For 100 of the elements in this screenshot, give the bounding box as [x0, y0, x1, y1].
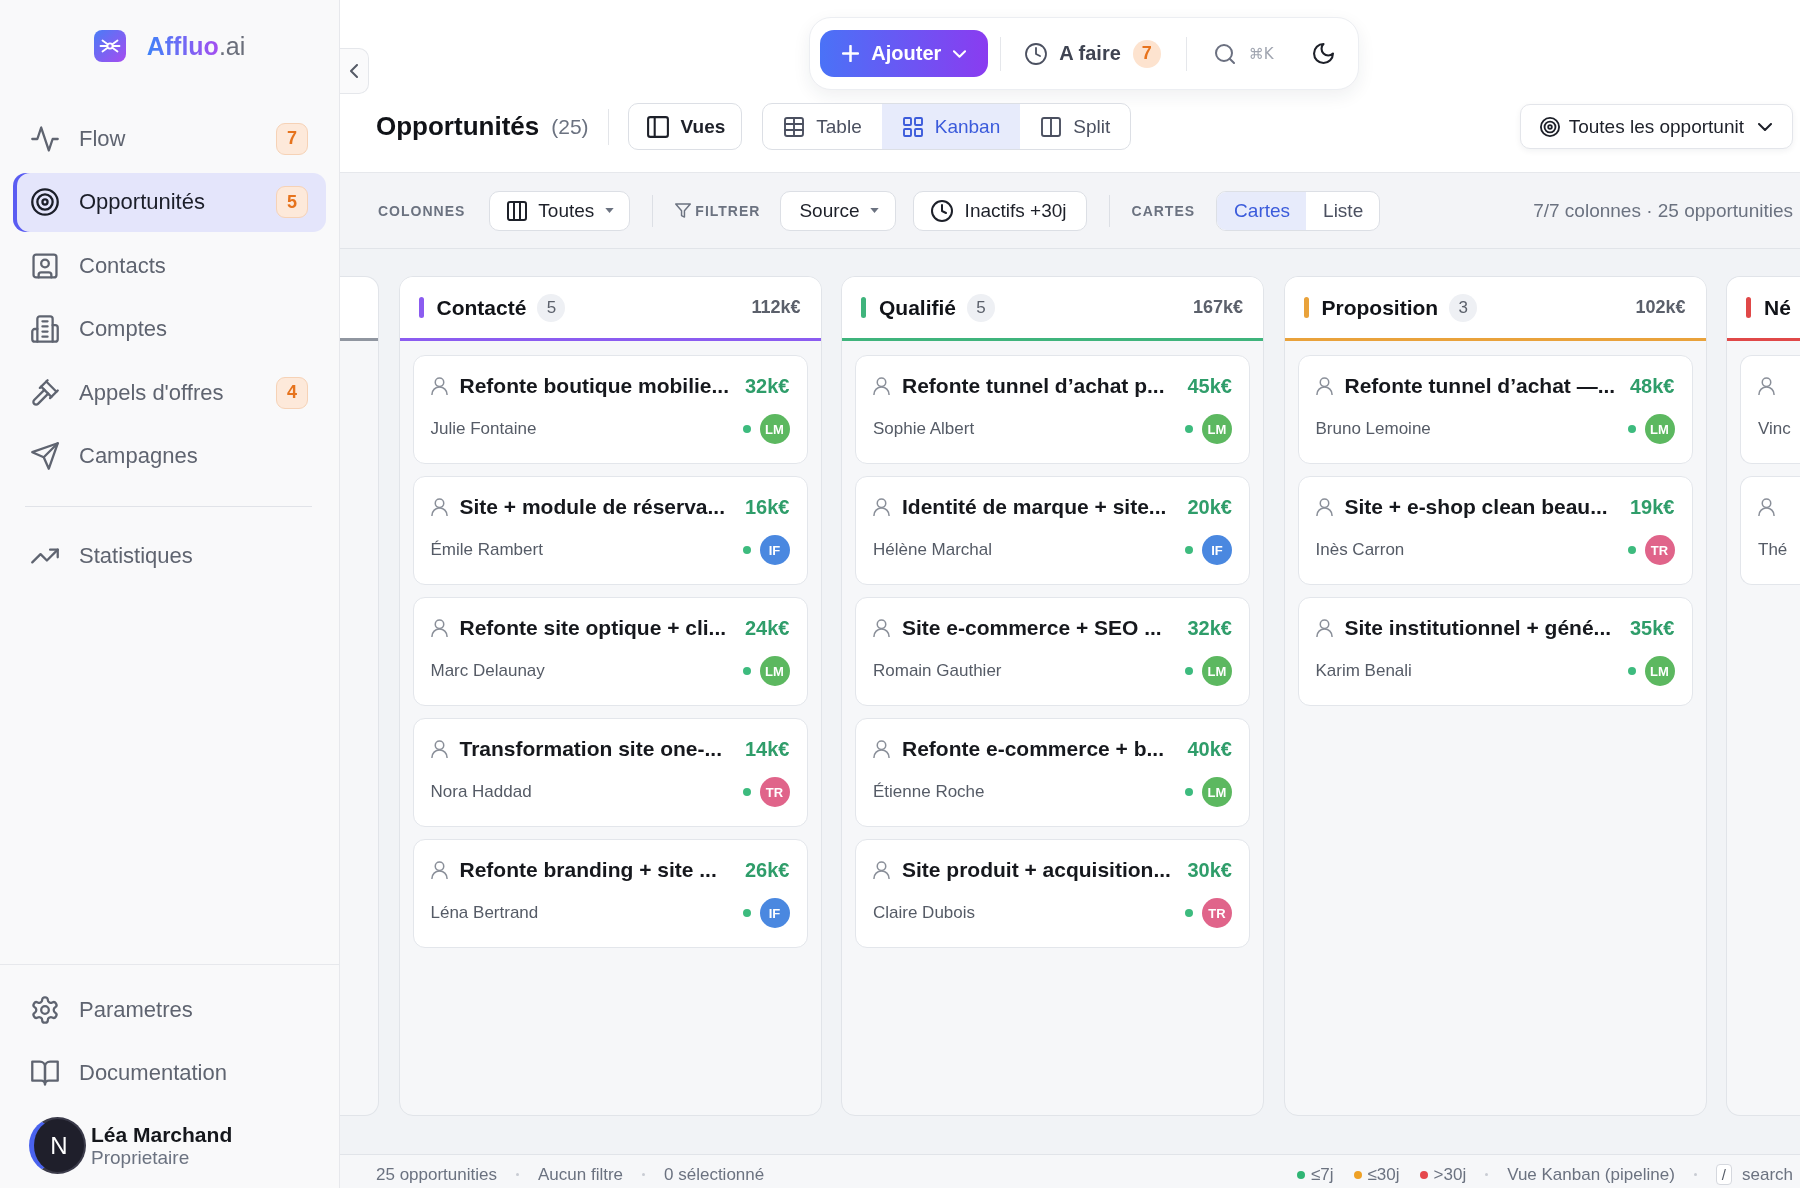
shortcut-key: / — [1715, 1164, 1732, 1185]
person-icon — [1758, 377, 1775, 395]
deal-amount: 14k€ — [744, 737, 790, 761]
owner-avatar: LM — [759, 414, 790, 444]
deal-amount: 48k€ — [1629, 374, 1675, 398]
nav-item[interactable]: Campagnes — [13, 426, 326, 486]
deal-amount: 16k€ — [744, 495, 790, 519]
card-mode-tab[interactable]: Liste — [1306, 191, 1380, 230]
card-mode-tab[interactable]: Cartes — [1217, 191, 1307, 230]
contact-name: Karim Benali — [1315, 661, 1412, 681]
contact-name: Étienne Roche — [873, 782, 985, 802]
contact-name: Léna Bertrand — [430, 903, 539, 923]
deal-card[interactable]: Site + module de réserva... 16k€ Émile Rambert IF — [412, 476, 808, 585]
owner-avatar: TR — [1644, 535, 1675, 565]
owner-avatar: LM — [1202, 414, 1232, 444]
person-icon — [430, 619, 448, 637]
view-tab[interactable]: Split — [1020, 104, 1131, 149]
deal-amount: 40k€ — [1186, 737, 1232, 761]
owner-avatar: LM — [1644, 414, 1675, 444]
caret-icon — [605, 208, 615, 213]
view-mode-text: Vue Kanban (pipeline) — [1507, 1164, 1675, 1185]
owner-avatar: TR — [1202, 898, 1232, 928]
owner-avatar: LM — [1202, 777, 1232, 807]
deal-card[interactable]: Refonte boutique mobilie... 32k€ Julie Fontaine LM — [412, 355, 808, 464]
nav-item[interactable]: Documentation — [13, 1043, 326, 1102]
deal-title: Refonte e-commerce + b... — [902, 737, 1164, 761]
deal-card[interactable]: Refonte e-commerce + b... 40k€ Étienne Roche LM — [855, 718, 1250, 827]
person-icon — [873, 619, 890, 637]
count-badge: 4 — [276, 376, 308, 409]
todo-button[interactable]: A faire 7 — [1025, 39, 1161, 68]
collapse-button[interactable] — [340, 48, 369, 94]
column-total: 112k€ — [751, 297, 801, 318]
owner-avatar: IF — [759, 898, 790, 928]
deal-title: Refonte tunnel d’achat —... — [1344, 374, 1616, 398]
person-icon — [430, 740, 448, 758]
deal-card[interactable]: Refonte tunnel d’achat p... 45k€ Sophie Albert LM — [855, 355, 1250, 464]
deal-card[interactable]: Site produit + acquisition... 30k€ Claire Dubois TR — [855, 839, 1250, 948]
view-tab[interactable]: Table — [763, 104, 882, 149]
deal-card[interactable]: Refonte branding + site ... 26k€ Léna Bertrand IF — [412, 839, 808, 948]
filter-icon — [675, 203, 692, 218]
dev-tools-button[interactable]: N — [29, 1117, 86, 1174]
contact-name: Inès Carron — [1315, 540, 1405, 560]
deal-card[interactable]: Refonte site optique + cli... 24k€ Marc Delaunay LM — [412, 597, 808, 706]
person-icon — [1758, 498, 1775, 516]
person-icon — [430, 377, 448, 395]
deal-card[interactable]: Site + e-shop clean beau... 19k€ Inès Carron TR — [1297, 476, 1693, 585]
count-badge: 7 — [276, 122, 308, 155]
count-badge: 7 — [1132, 39, 1161, 68]
deal-card[interactable]: Refonte tunnel d’achat —... 48k€ Bruno Lemoine LM — [1297, 355, 1693, 464]
deal-card[interactable]: Identité de marque + site... 20k€ Hélène Marchal IF — [855, 476, 1250, 585]
owner-avatar: LM — [1644, 656, 1675, 686]
source-dropdown[interactable]: Source — [780, 190, 896, 231]
deal-amount: 19k€ — [1629, 495, 1675, 519]
nav-item[interactable]: Statistiques — [13, 526, 326, 586]
nav-item[interactable]: Contacts — [13, 236, 326, 295]
add-button[interactable]: Ajouter — [820, 30, 989, 77]
clock-icon — [1025, 42, 1048, 65]
view-tab[interactable]: Kanban — [881, 104, 1021, 149]
legend-label: ≤30j — [1367, 1164, 1400, 1185]
nav-item[interactable]: Parametres — [13, 980, 326, 1039]
deal-amount: 45k€ — [1186, 374, 1232, 398]
nav-item[interactable]: Flow 7 — [13, 109, 326, 168]
owner-avatar: LM — [759, 656, 790, 686]
nav-item[interactable]: Opportunités 5 — [13, 172, 326, 232]
columns-icon — [507, 200, 528, 221]
moon-icon[interactable] — [1312, 43, 1334, 64]
column-title: Né — [1764, 295, 1791, 320]
deal-title: Refonte site optique + cli... — [459, 616, 727, 640]
building-icon — [31, 315, 59, 343]
deal-title: Site + module de réserva... — [459, 495, 726, 519]
column-total: 167k€ — [1192, 297, 1243, 318]
item-count: (25) — [551, 114, 589, 139]
deal-amount: 30k€ — [1186, 858, 1232, 882]
deal-card[interactable]: Site institutionnel + géné... 35k€ Karim Benali LM — [1297, 597, 1693, 706]
deal-title: Transformation site one-... — [459, 737, 723, 761]
columns-dropdown[interactable]: Toutes — [489, 190, 631, 231]
deal-card[interactable]: Thé — [1740, 476, 1800, 585]
person-icon — [873, 498, 890, 516]
views-button[interactable]: Vues — [627, 103, 743, 150]
paper-plane-icon — [31, 442, 59, 470]
deal-title: Site + e-shop clean beau... — [1344, 495, 1608, 519]
column-title: Qualifié — [879, 295, 957, 320]
column-total: 102k€ — [1635, 297, 1686, 318]
nav-item[interactable]: Comptes — [13, 299, 326, 359]
chevron-down-icon — [953, 49, 967, 58]
nav-item[interactable]: Appels d'offres 4 — [13, 363, 326, 422]
deal-amount: 24k€ — [744, 616, 790, 640]
status-text: Aucun filtre — [538, 1164, 624, 1185]
deal-card[interactable]: Transformation site one-... 14k€ Nora Haddad TR — [412, 718, 808, 827]
deal-title: Identité de marque + site... — [902, 495, 1167, 519]
owner-avatar: IF — [759, 535, 790, 565]
person-icon — [873, 861, 890, 879]
deal-title: Site e-commerce + SEO ... — [902, 616, 1162, 640]
contact-name: Émile Rambert — [430, 540, 543, 560]
column-count: 5 — [967, 293, 996, 322]
deal-card[interactable]: Site e-commerce + SEO ... 32k€ Romain Gauthier LM — [855, 597, 1250, 706]
table-icon — [784, 116, 805, 137]
opportunity-filter-dropdown[interactable]: Toutes les opportunit — [1519, 104, 1793, 149]
deal-card[interactable]: Vinc — [1740, 355, 1800, 464]
owner-avatar: LM — [1202, 656, 1232, 686]
